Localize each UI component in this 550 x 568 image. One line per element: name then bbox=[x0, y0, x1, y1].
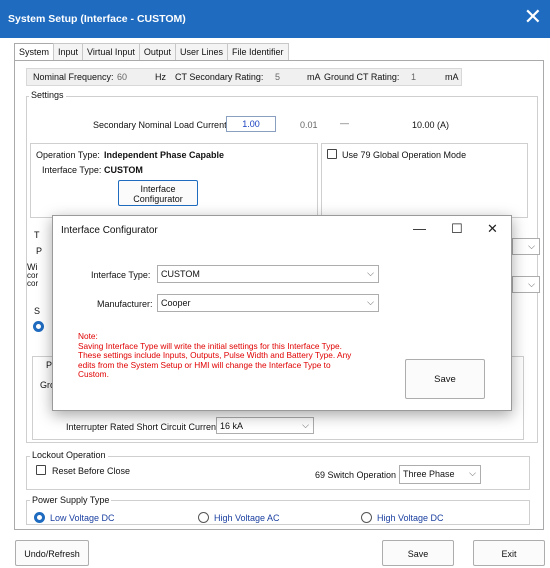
switch-operation-value: Three Phase bbox=[403, 469, 455, 479]
use79-label: Use 79 Global Operation Mode bbox=[342, 150, 467, 160]
frequency-unit: Hz bbox=[155, 72, 166, 82]
tab-strip: System Input Virtual Input Output User L… bbox=[14, 43, 289, 62]
chevron-down-icon: ⌵ bbox=[528, 279, 535, 289]
use79-checkbox[interactable] bbox=[327, 149, 337, 159]
tab-virtual-input[interactable]: Virtual Input bbox=[82, 43, 140, 61]
hidden-dropdown-2[interactable]: ⌵ bbox=[512, 276, 540, 293]
ct-secondary-label: CT Secondary Rating: bbox=[175, 72, 264, 82]
tab-file-identifier[interactable]: File Identifier bbox=[226, 43, 289, 61]
dialog-note-line: Custom. bbox=[78, 369, 109, 379]
reset-before-close-checkbox[interactable] bbox=[36, 465, 46, 475]
ground-ct-unit: mA bbox=[445, 72, 459, 82]
hidden-label-t: T bbox=[34, 230, 40, 240]
ground-ct-label: Ground CT Rating: bbox=[324, 72, 400, 82]
interface-type-value: CUSTOM bbox=[104, 165, 143, 175]
tab-input[interactable]: Input bbox=[53, 43, 84, 61]
tab-user-lines[interactable]: User Lines bbox=[174, 43, 228, 61]
nominal-frequency-label: Nominal Frequency: bbox=[33, 72, 114, 82]
settings-group-label: Settings bbox=[29, 90, 66, 100]
window-titlebar: System Setup (Interface - CUSTOM) ✕ bbox=[0, 0, 550, 38]
ct-unit: mA bbox=[307, 72, 321, 82]
interrupter-select[interactable]: 16 kA ⌵ bbox=[216, 417, 314, 434]
close-icon[interactable]: ✕ bbox=[487, 221, 498, 237]
dialog-save-button[interactable]: Save bbox=[405, 359, 485, 399]
low-voltage-dc-radio[interactable] bbox=[34, 512, 45, 523]
interface-type-label: Interface Type: bbox=[42, 165, 102, 175]
interrupter-label: Interrupter Rated Short Circuit Current bbox=[66, 422, 219, 432]
hidden-label-p: P bbox=[36, 246, 43, 256]
ground-ct-value: 1 bbox=[411, 72, 417, 82]
dialog-title: Interface Configurator bbox=[61, 225, 158, 236]
chevron-down-icon: ⌵ bbox=[469, 468, 476, 478]
dialog-interface-type-label: Interface Type: bbox=[91, 270, 151, 280]
exit-button[interactable]: Exit bbox=[473, 540, 545, 566]
close-icon[interactable]: ✕ bbox=[524, 4, 542, 30]
window-title: System Setup (Interface - CUSTOM) bbox=[8, 13, 186, 25]
maximize-icon[interactable]: ☐ bbox=[451, 221, 463, 237]
minimize-icon[interactable]: — bbox=[413, 221, 426, 236]
interrupter-value: 16 kA bbox=[220, 421, 244, 431]
load-current-range-dash: — bbox=[340, 118, 349, 128]
operation-type-label: Operation Type: bbox=[36, 150, 100, 160]
interface-configurator-label-1: Interface bbox=[140, 184, 176, 194]
switch-operation-label: 69 Switch Operation bbox=[315, 470, 397, 480]
switch-operation-select[interactable]: Three Phase ⌵ bbox=[399, 465, 481, 484]
chevron-down-icon: ⌵ bbox=[367, 268, 374, 278]
interface-configurator-button[interactable]: Interface Configurator bbox=[118, 180, 198, 206]
hidden-label-s: S bbox=[34, 306, 41, 316]
undo-refresh-button[interactable]: Undo/Refresh bbox=[15, 540, 89, 566]
dialog-interface-type-value: CUSTOM bbox=[161, 269, 200, 279]
lockout-group-label: Lockout Operation bbox=[30, 450, 108, 460]
chevron-down-icon: ⌵ bbox=[367, 297, 374, 307]
load-current-max: 10.00 (A) bbox=[412, 120, 450, 130]
nominal-frequency-value: 60 bbox=[117, 72, 128, 82]
load-current-input[interactable]: 1.00 bbox=[226, 116, 276, 132]
operation-type-value: Independent Phase Capable bbox=[104, 150, 225, 160]
chevron-down-icon: ⌵ bbox=[528, 241, 535, 251]
load-current-label: Secondary Nominal Load Current bbox=[93, 120, 227, 130]
interface-configurator-dialog: Interface Configurator — ☐ ✕ Interface T… bbox=[52, 215, 512, 411]
nominal-ratings-row: Nominal Frequency: 60 Hz CT Secondary Ra… bbox=[26, 68, 462, 86]
dialog-manufacturer-value: Cooper bbox=[161, 298, 191, 308]
dialog-note: Note: Saving Interface Type will write t… bbox=[78, 331, 378, 380]
high-voltage-ac-label: High Voltage AC bbox=[214, 513, 280, 523]
tab-output[interactable]: Output bbox=[138, 43, 176, 61]
save-button[interactable]: Save bbox=[382, 540, 454, 566]
interface-configurator-label-2: Configurator bbox=[133, 194, 183, 204]
high-voltage-dc-label: High Voltage DC bbox=[377, 513, 444, 523]
dialog-manufacturer-select[interactable]: Cooper ⌵ bbox=[157, 294, 379, 312]
hidden-radio[interactable] bbox=[33, 321, 44, 332]
hidden-label-cor2: cor bbox=[27, 279, 39, 288]
high-voltage-dc-radio[interactable] bbox=[361, 512, 372, 523]
ct-secondary-value: 5 bbox=[275, 72, 281, 82]
power-supply-group-label: Power Supply Type bbox=[30, 495, 112, 505]
dialog-note-line: edits from the System Setup or HMI will … bbox=[78, 359, 331, 370]
reset-before-close-label: Reset Before Close bbox=[52, 466, 131, 476]
dialog-interface-type-select[interactable]: CUSTOM ⌵ bbox=[157, 265, 379, 283]
high-voltage-ac-radio[interactable] bbox=[198, 512, 209, 523]
hidden-dropdown-1[interactable]: ⌵ bbox=[512, 238, 540, 255]
low-voltage-dc-label: Low Voltage DC bbox=[50, 513, 115, 523]
chevron-down-icon: ⌵ bbox=[302, 420, 309, 430]
dialog-manufacturer-label: Manufacturer: bbox=[97, 299, 153, 309]
load-current-min: 0.01 bbox=[300, 120, 318, 130]
